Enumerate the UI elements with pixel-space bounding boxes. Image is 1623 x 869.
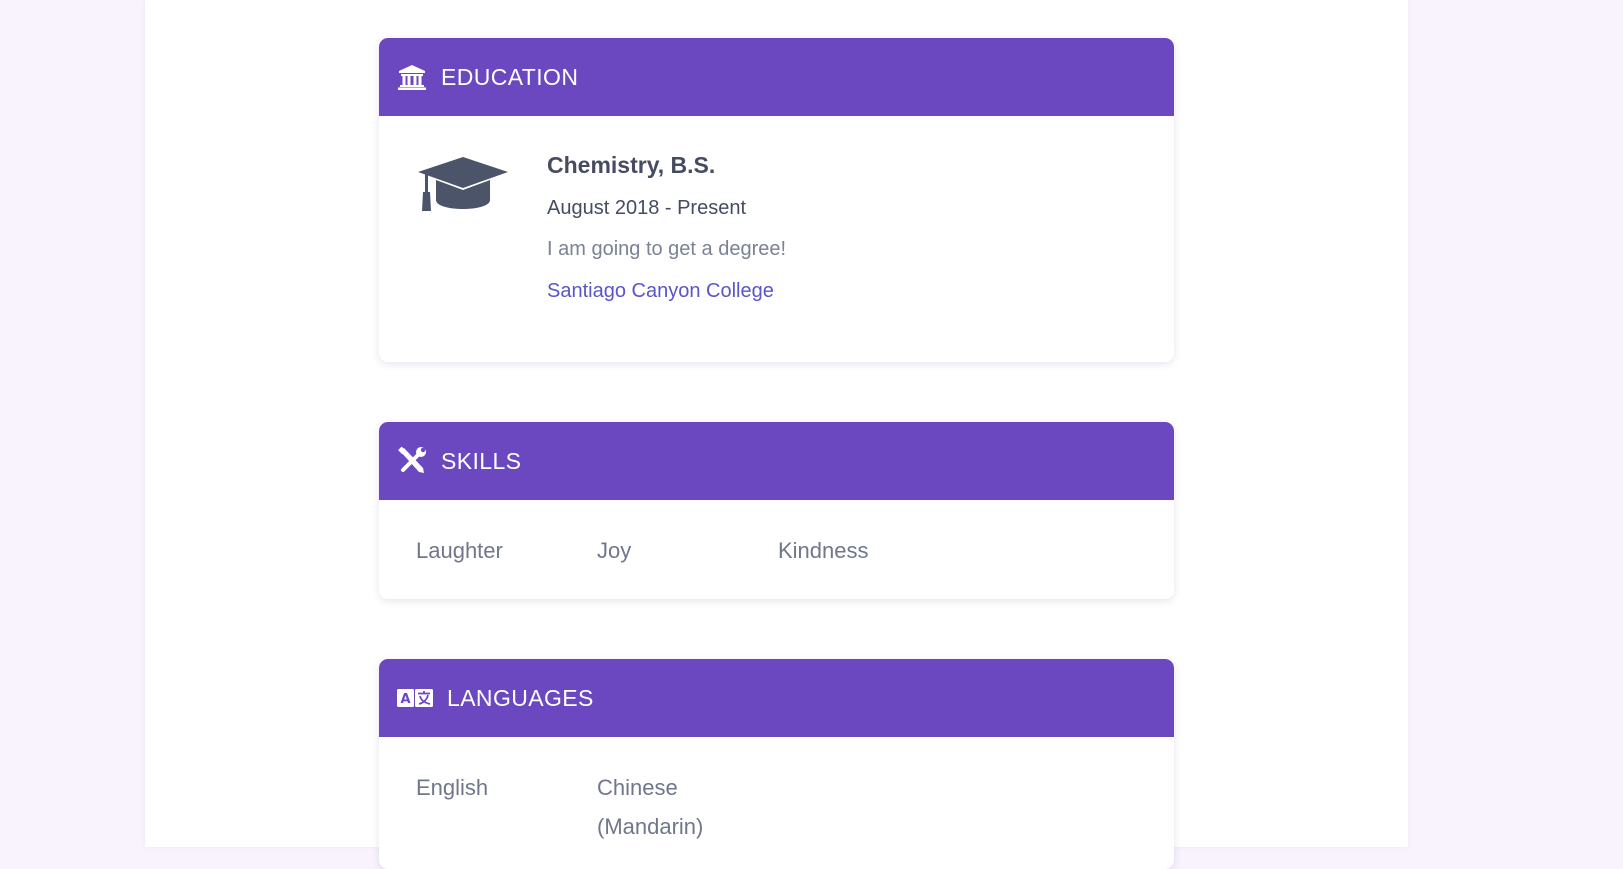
skills-list: Laughter Joy Kindness <box>379 500 1174 570</box>
tools-icon <box>397 446 427 476</box>
skills-title: SKILLS <box>441 447 522 474</box>
skill-item: Kindness <box>778 538 869 563</box>
degree-title: Chemistry, B.S. <box>547 152 716 178</box>
education-header: EDUCATION <box>379 38 1174 116</box>
education-entry: Chemistry, B.S. August 2018 - Present I … <box>379 116 1174 362</box>
skill-item: Joy <box>597 538 632 563</box>
education-description: I am going to get a degree! <box>547 238 787 260</box>
language-item: Chinese (Mandarin) <box>597 775 704 839</box>
graduation-cap-icon <box>416 156 510 218</box>
languages-list: English Chinese (Mandarin) <box>379 737 1174 846</box>
language-icon: A <box>397 683 433 713</box>
languages-header: A LANGUAGES <box>379 659 1174 737</box>
languages-title: LANGUAGES <box>447 684 594 711</box>
education-card: EDUCATION Chemistry, B.S. August 2018 - … <box>379 38 1174 362</box>
skills-card: SKILLS Laughter Joy Kindness <box>379 422 1174 599</box>
language-item: English <box>416 775 489 800</box>
education-title: EDUCATION <box>441 63 579 90</box>
skill-item: Laughter <box>416 538 503 563</box>
school-link[interactable]: Santiago Canyon College <box>547 278 774 304</box>
skills-header: SKILLS <box>379 422 1174 500</box>
languages-card: A LANGUAGES English Chinese (Mandarin) <box>379 659 1174 869</box>
svg-text:A: A <box>400 692 410 707</box>
education-dates: August 2018 - Present <box>547 197 747 219</box>
institution-icon <box>397 62 427 92</box>
